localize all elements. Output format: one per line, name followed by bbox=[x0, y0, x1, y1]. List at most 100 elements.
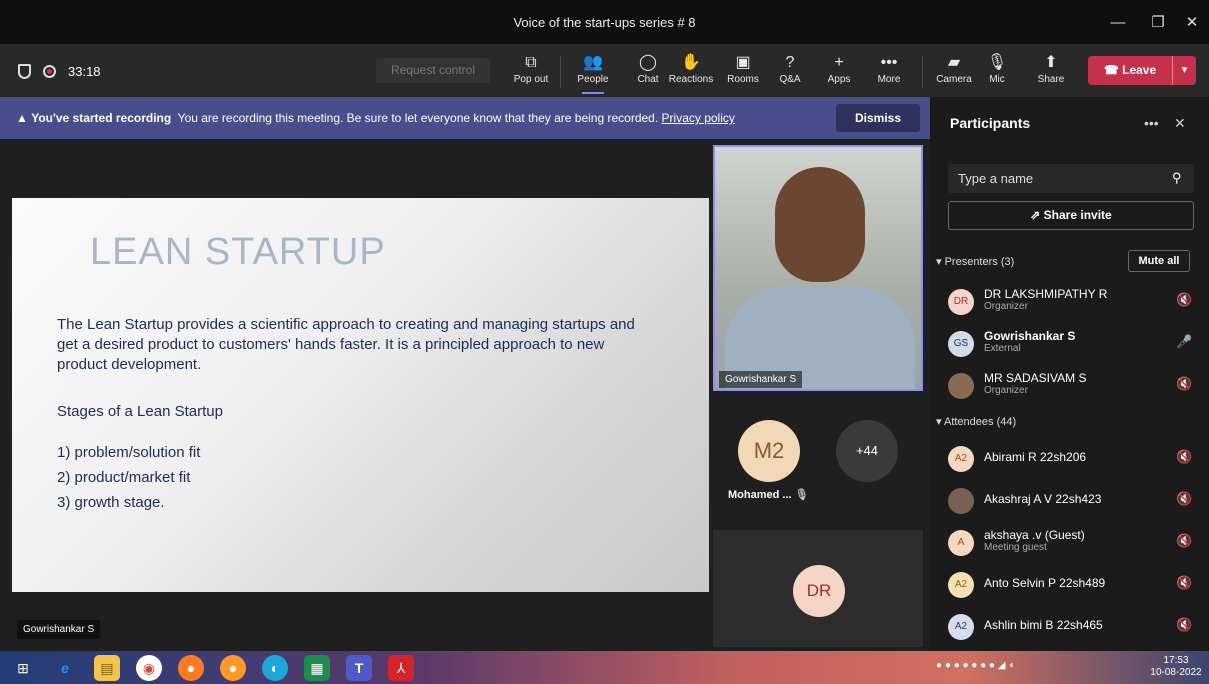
chevron-down-icon: ▾ bbox=[936, 256, 945, 268]
leave-options-chevron[interactable]: ▾ bbox=[1172, 56, 1196, 85]
firefox-icon[interactable]: ● bbox=[178, 655, 204, 681]
participant-avatar: A2 bbox=[948, 572, 974, 598]
maximize-button[interactable]: ❐ bbox=[1144, 10, 1172, 36]
store-icon[interactable]: ▦ bbox=[304, 655, 330, 681]
participant-name: Abirami R 22sh206 bbox=[984, 450, 1087, 464]
privacy-policy-link[interactable]: Privacy policy bbox=[662, 111, 735, 125]
speaker-name-label: Gowrishankar S bbox=[719, 371, 803, 388]
leave-label: Leave bbox=[1122, 63, 1157, 77]
request-control-button[interactable]: Request control bbox=[376, 58, 490, 83]
leave-button[interactable]: ☎ Leave ▾ bbox=[1088, 56, 1196, 85]
participant-name: MR SADASIVAM S bbox=[984, 371, 1087, 385]
share-icon: ⬆ bbox=[1044, 54, 1058, 71]
mic-off-icon[interactable]: 🔇 bbox=[1176, 376, 1192, 392]
share-button[interactable]: ⬆ Share bbox=[1028, 50, 1074, 94]
participant-row[interactable]: DR DR LAKSHMIPATHY R Organizer 🔇 bbox=[930, 285, 1209, 321]
taskbar-clock[interactable]: 17:53 10-08-2022 bbox=[1146, 655, 1206, 679]
people-button[interactable]: 👥 People bbox=[570, 50, 616, 94]
mic-button[interactable]: 🎙 Mic bbox=[974, 50, 1020, 94]
acrobat-icon[interactable]: ⅄ bbox=[388, 655, 414, 681]
apps-button[interactable]: + Apps bbox=[816, 50, 862, 94]
chrome-icon[interactable]: ◉ bbox=[136, 655, 162, 681]
mic-off-icon[interactable]: 🔇 bbox=[1176, 449, 1192, 465]
plus-icon: + bbox=[834, 54, 844, 71]
participant-search[interactable]: ⚲ bbox=[948, 164, 1194, 193]
more-button[interactable]: ••• More bbox=[866, 50, 912, 94]
toolbar-divider bbox=[560, 56, 561, 88]
meeting-timer: 33:18 bbox=[68, 63, 101, 79]
slide-line: Stages of a Lean Startup bbox=[57, 403, 223, 420]
participant-name: Akashraj A V 22sh423 bbox=[984, 492, 1102, 506]
popout-icon: ⧉ bbox=[525, 54, 537, 71]
more-participants-button[interactable]: +44 bbox=[836, 420, 898, 482]
qa-button[interactable]: ? Q&A bbox=[767, 50, 813, 94]
participant-row[interactable]: A2 Anto Selvin P 22sh489 🔇 bbox=[930, 568, 1209, 604]
edge-icon[interactable]: ◐ bbox=[262, 655, 288, 681]
participant-role: External bbox=[984, 343, 1021, 354]
participant-row[interactable]: A2 Abirami R 22sh206 🔇 bbox=[930, 442, 1209, 478]
system-tray-icons[interactable]: ● ● ● ● ● ● ● ◢ ◖ bbox=[936, 660, 1014, 671]
mic-off-icon[interactable]: 🔇 bbox=[1176, 292, 1192, 308]
speaker-video-tile[interactable]: Gowrishankar S bbox=[713, 145, 923, 391]
mic-on-icon[interactable]: 🎤 bbox=[1176, 334, 1192, 350]
toolbar-divider bbox=[922, 56, 923, 88]
people-icon: 👥 bbox=[583, 54, 603, 71]
phone-icon: ☎ bbox=[1103, 63, 1123, 77]
mic-off-icon[interactable]: 🔇 bbox=[1176, 491, 1192, 507]
mute-all-button[interactable]: Mute all bbox=[1128, 250, 1190, 272]
avatar-dr: DR bbox=[793, 565, 845, 617]
mic-off-icon[interactable]: 🔇 bbox=[1176, 575, 1192, 591]
reactions-icon: ✋ bbox=[681, 54, 701, 71]
teams-icon[interactable]: T bbox=[346, 655, 372, 681]
rooms-button[interactable]: ▣ Rooms bbox=[720, 50, 766, 94]
minimize-button[interactable]: — bbox=[1104, 10, 1132, 36]
windows-start-icon[interactable]: ⊞ bbox=[10, 655, 36, 681]
more-options-icon[interactable]: ••• bbox=[1144, 115, 1159, 131]
more-icon: ••• bbox=[880, 54, 898, 71]
attendees-section-toggle[interactable]: ▾ Attendees (44) bbox=[936, 415, 1016, 428]
mic-off-icon[interactable]: 🔇 bbox=[1176, 617, 1192, 633]
close-panel-icon[interactable]: ✕ bbox=[1174, 115, 1186, 132]
slide-line: 3) growth stage. bbox=[57, 494, 165, 511]
chat-icon: ◯ bbox=[639, 54, 657, 71]
window-title: Voice of the start-ups series # 8 bbox=[513, 15, 696, 30]
participant-avatar: GS bbox=[948, 331, 974, 357]
participant-name: DR LAKSHMIPATHY R bbox=[984, 287, 1108, 301]
participant-row[interactable]: Akashraj A V 22sh423 🔇 bbox=[930, 484, 1209, 520]
dismiss-button[interactable]: Dismiss bbox=[836, 104, 920, 132]
presenters-section-toggle[interactable]: ▾ Presenters (3) bbox=[936, 255, 1014, 268]
search-input[interactable] bbox=[958, 164, 1158, 193]
speaker-head bbox=[775, 167, 865, 282]
ie-icon[interactable]: e bbox=[52, 655, 78, 681]
participant-row[interactable]: Aakshaya .v (Guest) Meeting guest 🔇 bbox=[930, 526, 1209, 562]
share-invite-button[interactable]: ⇗ Share invite bbox=[948, 201, 1194, 230]
participant-name: Gowrishankar S bbox=[984, 329, 1076, 343]
qa-icon: ? bbox=[785, 54, 795, 71]
rooms-icon: ▣ bbox=[735, 54, 751, 71]
slide-title: LEAN STARTUP bbox=[90, 231, 386, 273]
slide-line: 2) product/market fit bbox=[57, 469, 191, 486]
avatar-m2: M2 bbox=[738, 420, 800, 482]
participant-avatar: DR bbox=[948, 289, 974, 315]
participant-role: Organizer bbox=[984, 301, 1028, 312]
camera-button[interactable]: ▰ Camera bbox=[931, 50, 977, 94]
slide-line: get a desired product to customers' hand… bbox=[57, 336, 605, 353]
clock-time: 17:53 bbox=[1163, 655, 1189, 666]
participant-avatar: A2 bbox=[948, 446, 974, 472]
participant-row[interactable]: MR SADASIVAM S Organizer 🔇 bbox=[930, 369, 1209, 405]
banner-heading: You've started recording bbox=[31, 111, 172, 125]
search-icon: ⚲ bbox=[1172, 170, 1182, 185]
participant-row[interactable]: A2 Ashlin bimi B 22sh465 🔇 bbox=[930, 610, 1209, 646]
share-invite-icon: ⇗ bbox=[1030, 208, 1044, 222]
firefox-icon[interactable]: ● bbox=[220, 655, 246, 681]
mic-off-icon[interactable]: 🔇 bbox=[1176, 533, 1192, 549]
participant-row[interactable]: GS Gowrishankar S External 🎤 bbox=[930, 327, 1209, 363]
close-window-button[interactable]: ✕ bbox=[1178, 10, 1206, 36]
reactions-button[interactable]: ✋ Reactions bbox=[668, 50, 714, 94]
chat-button[interactable]: ◯ Chat bbox=[625, 50, 671, 94]
panel-title: Participants bbox=[950, 115, 1031, 131]
participants-panel: Participants ••• ✕ ⚲ ⇗ Share invite ▾ Pr… bbox=[930, 97, 1209, 651]
popout-button[interactable]: ⧉ Pop out bbox=[508, 50, 554, 94]
mic-off-icon: 🎙 bbox=[794, 489, 809, 501]
file-explorer-icon[interactable]: ▤ bbox=[94, 655, 120, 681]
